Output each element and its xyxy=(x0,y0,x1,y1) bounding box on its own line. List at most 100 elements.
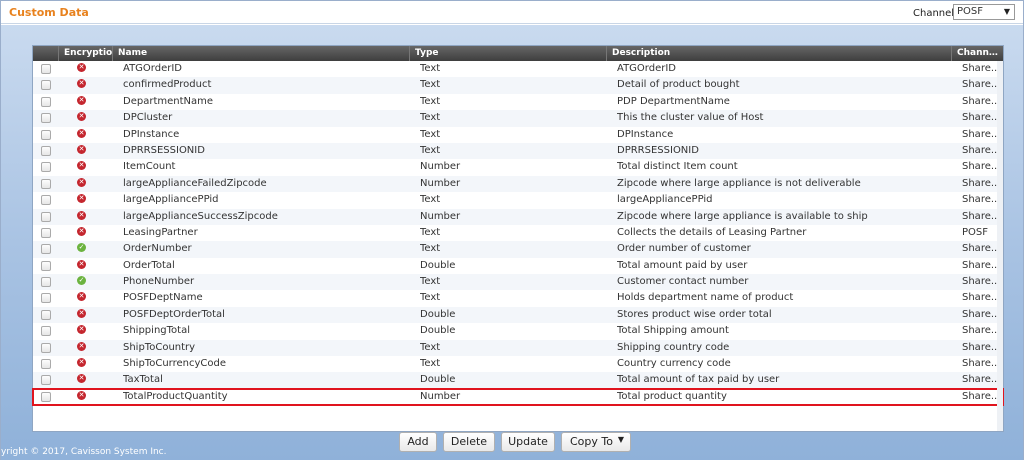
table-row[interactable]: POSFDeptOrderTotal Double Stores product w… xyxy=(33,306,1003,324)
row-checkbox[interactable] xyxy=(41,77,55,93)
table-row[interactable]: PhoneNumber Text Customer contact number Sh… xyxy=(33,274,1003,291)
row-type: Number xyxy=(420,177,461,189)
row-type: Text xyxy=(420,341,441,353)
encryption-status xyxy=(77,323,91,339)
header-encryption[interactable]: Encryptio… xyxy=(59,46,113,61)
row-checkbox[interactable] xyxy=(41,192,55,208)
row-description: Total amount paid by user xyxy=(617,259,748,271)
encryption-status xyxy=(77,389,91,405)
table-row[interactable]: TotalProductQuantity Number Total product … xyxy=(32,387,1004,407)
row-checkbox[interactable] xyxy=(41,143,55,159)
header-name[interactable]: Name xyxy=(113,46,410,61)
table-row[interactable]: POSFDeptName Text Holds department name of… xyxy=(33,290,1003,306)
table-header: Encryptio… Name Type Description Chann… xyxy=(33,46,1003,61)
channel-select[interactable]: POSF ▼ xyxy=(953,4,1015,20)
table-row[interactable]: ShipToCurrencyCode Text Country currency c… xyxy=(33,356,1003,372)
row-type: Text xyxy=(420,226,441,238)
row-checkbox[interactable] xyxy=(41,356,55,372)
row-checkbox[interactable] xyxy=(41,176,55,192)
row-checkbox[interactable] xyxy=(41,110,55,126)
table-row[interactable]: DPRRSESSIONID Text DPRRSESSIONID Share... xyxy=(33,142,1003,160)
row-name: POSFDeptOrderTotal xyxy=(123,308,225,320)
x-circle-icon xyxy=(77,161,86,171)
x-circle-icon xyxy=(77,374,86,384)
encryption-status xyxy=(77,274,91,290)
table-row[interactable]: DPCluster Text This the cluster value of H… xyxy=(33,110,1003,127)
row-name: ItemCount xyxy=(123,161,176,173)
table-row[interactable]: ShippingTotal Double Total Shipping amount… xyxy=(33,323,1003,339)
table-row[interactable]: largeAppliancePPid Text largeAppliancePPid… xyxy=(33,192,1003,208)
row-checkbox[interactable] xyxy=(41,127,55,143)
delete-button[interactable]: Delete xyxy=(443,432,495,452)
table-row[interactable]: ATGOrderID Text ATGOrderID Share... xyxy=(33,61,1003,77)
table-row[interactable]: TaxTotal Double Total amount of tax paid b… xyxy=(33,372,1003,389)
row-checkbox[interactable] xyxy=(41,159,55,175)
row-description: DPInstance xyxy=(617,128,674,140)
table-row[interactable]: OrderNumber Text Order number of customer S… xyxy=(33,241,1003,258)
row-checkbox[interactable] xyxy=(41,372,55,388)
row-channel: Share... xyxy=(962,128,1001,140)
encryption-status xyxy=(77,94,91,110)
caret-down-icon: ▼ xyxy=(617,435,624,444)
x-circle-icon xyxy=(77,210,86,220)
row-type: Double xyxy=(420,259,456,271)
row-type: Number xyxy=(420,210,461,222)
app-window: Custom Data Channel POSF ▼ Encryptio… Na… xyxy=(0,0,1024,460)
row-checkbox[interactable] xyxy=(41,61,55,77)
row-description: DPRRSESSIONID xyxy=(617,144,699,156)
row-checkbox[interactable] xyxy=(41,225,55,241)
row-checkbox[interactable] xyxy=(41,340,55,356)
row-checkbox[interactable] xyxy=(41,94,55,110)
row-channel: Share... xyxy=(962,276,1001,288)
row-checkbox[interactable] xyxy=(41,258,55,274)
header-channel[interactable]: Chann… xyxy=(952,46,1003,61)
table-row[interactable]: OrderTotal Double Total amount paid by use… xyxy=(33,258,1003,274)
row-checkbox[interactable] xyxy=(41,290,55,306)
row-channel: Share... xyxy=(962,325,1001,337)
row-type: Double xyxy=(420,308,456,320)
table-row[interactable]: ItemCount Number Total distinct Item count… xyxy=(33,159,1003,175)
encryption-status xyxy=(77,159,91,175)
row-channel: Share... xyxy=(962,79,1001,91)
table-row[interactable]: ShipToCountry Text Shipping country code Sh… xyxy=(33,339,1003,357)
update-button[interactable]: Update xyxy=(501,432,555,452)
copy-to-button[interactable]: Copy To ▼ xyxy=(561,432,631,452)
row-checkbox[interactable] xyxy=(41,323,55,339)
row-checkbox[interactable] xyxy=(41,307,55,323)
encryption-status xyxy=(77,127,91,143)
row-type: Text xyxy=(420,63,441,74)
x-circle-icon xyxy=(77,292,86,302)
x-circle-icon xyxy=(77,194,86,204)
header-description[interactable]: Description xyxy=(607,46,952,61)
row-checkbox[interactable] xyxy=(41,389,55,405)
table-row[interactable]: DPInstance Text DPInstance Share... xyxy=(33,127,1003,143)
row-checkbox[interactable] xyxy=(41,274,55,290)
row-name: DPCluster xyxy=(123,112,173,124)
row-description: Holds department name of product xyxy=(617,292,794,304)
add-button[interactable]: Add xyxy=(399,432,437,452)
row-description: Stores product wise order total xyxy=(617,308,772,320)
encryption-status xyxy=(77,225,91,241)
table-row[interactable]: largeApplianceFailedZipcode Number Zipcode… xyxy=(33,175,1003,193)
row-name: PhoneNumber xyxy=(123,276,195,288)
channel-label: Channel xyxy=(913,8,955,19)
table-row[interactable]: DepartmentName Text PDP DepartmentName Shar… xyxy=(33,94,1003,110)
x-circle-icon xyxy=(77,341,86,351)
vertical-scrollbar[interactable] xyxy=(997,61,1003,431)
table-row[interactable]: largeApplianceSuccessZipcode Number Zipcod… xyxy=(33,208,1003,225)
row-channel: Share... xyxy=(962,259,1001,271)
encryption-status xyxy=(77,258,91,274)
row-checkbox[interactable] xyxy=(41,209,55,225)
encryption-status xyxy=(77,77,91,93)
row-checkbox[interactable] xyxy=(41,241,55,257)
encryption-status xyxy=(77,340,91,356)
table-row[interactable]: LeasingPartner Text Collects the details o… xyxy=(33,225,1003,241)
table-row[interactable]: confirmedProduct Text Detail of product bo… xyxy=(33,77,1003,94)
row-description: Total distinct Item count xyxy=(617,161,738,173)
x-circle-icon xyxy=(77,95,86,105)
check-circle-icon xyxy=(77,243,86,253)
row-description: Detail of product bought xyxy=(617,79,740,91)
encryption-status xyxy=(77,290,91,306)
encryption-status xyxy=(77,176,91,192)
header-type[interactable]: Type xyxy=(410,46,607,61)
